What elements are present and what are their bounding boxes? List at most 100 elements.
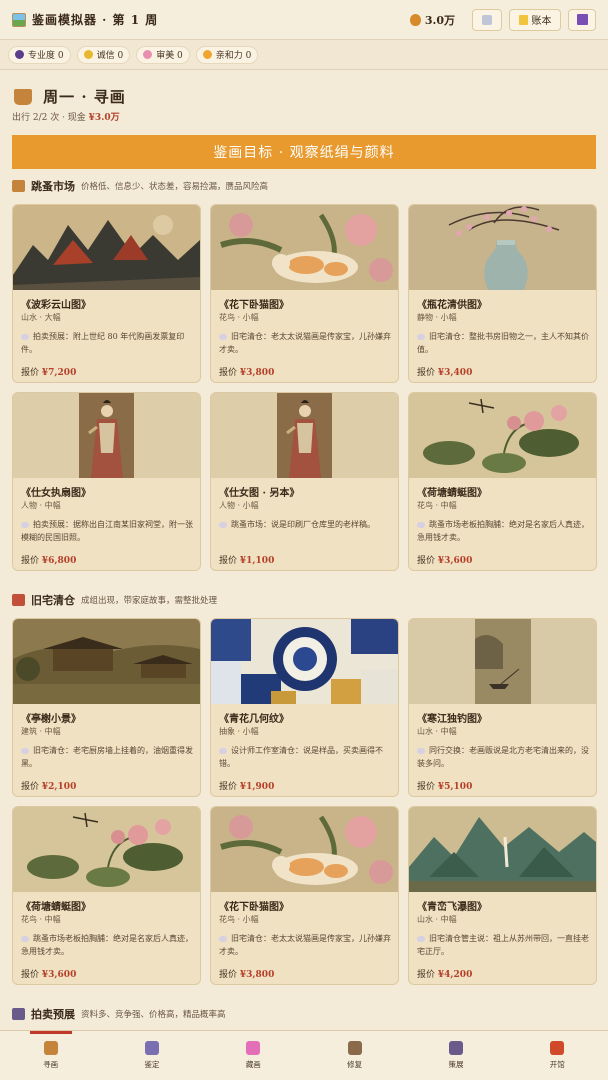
museum-icon [448, 1041, 463, 1055]
speech-bubble-icon [417, 334, 425, 340]
basket-icon [14, 88, 32, 105]
price-label: 报价 [219, 368, 238, 378]
painting-card[interactable]: 《瓶花清供图》 静物 · 小幅 旧宅清仓：整批书房旧物之一，主人不知其价值。 报价 ¥… [408, 204, 597, 383]
price-label: 报价 [417, 782, 436, 792]
stat-label: 亲和力 0 [215, 51, 252, 61]
painting-price: 报价 ¥3,600 [21, 967, 76, 980]
painting-thumbnail [13, 619, 200, 704]
painting-thumbnail [409, 619, 596, 704]
painting-price: 报价 ¥1,900 [219, 779, 274, 792]
painting-thumbnail [211, 205, 398, 290]
painting-thumbnail [13, 807, 200, 892]
nav-label: 寻画 [43, 1060, 59, 1069]
speech-bubble-icon [417, 936, 425, 942]
painting-price: 报价 ¥1,100 [219, 553, 274, 566]
painting-card[interactable]: 《亭榭小景》 建筑 · 中幅 旧宅清仓：老宅厨房墙上挂着的，油烟重得发黑。 报价 ¥2… [12, 618, 201, 797]
painting-card[interactable]: 《仕女执扇图》 人物 · 中幅拍卖预展：据称出自江南某旧家祠堂，附一张模糊的民国旧… [12, 392, 201, 571]
painting-title: 《瓶花清供图》 [417, 300, 487, 311]
painting-note: 跳蚤市场老板拍胸脯：绝对是名家后人真迹，急用钱才卖。 [21, 932, 195, 958]
painting-title: 《青峦飞瀑图》 [417, 902, 487, 913]
nav-item[interactable]: 藏画 [203, 1031, 304, 1080]
sound-toggle-button[interactable] [472, 8, 502, 31]
page-title: 周一 · 寻画 [43, 88, 126, 106]
stat-label: 诚信 0 [96, 51, 124, 61]
price-label: 报价 [21, 782, 40, 792]
note-text: 旧宅清仓：整批书房旧物之一，主人不知其价值。 [417, 332, 589, 354]
money-value: 3.0万 [424, 13, 455, 27]
painting-card[interactable]: 《荷塘蜻蜓图》 花鸟 · 中幅跳蚤市场老板拍胸脯：绝对是名家后人真迹，急用钱才卖。… [12, 806, 201, 985]
save-button[interactable] [568, 8, 596, 31]
trip-count: 出行 2/2 次 · 现金 [12, 113, 86, 123]
painting-card[interactable]: 《寒江独钓图》 山水 · 中幅 同行交换：老画贩说是北方老宅清出来的，没装多问。 报价… [408, 618, 597, 797]
painting-card[interactable]: 《仕女图 · 另本》 人物 · 小幅 跳蚤市场：说是印刷厂仓库里的老样稿。 报价 ¥1… [210, 392, 399, 571]
section-header: 旧宅清仓 成组出现，带家庭故事，需整批处理 [12, 592, 217, 608]
price-value: ¥4,200 [437, 970, 473, 980]
cash-value: ¥3.0万 [88, 113, 120, 123]
painting-card[interactable]: 《荷塘蜻蜓图》 花鸟 · 中幅 跳蚤市场老板拍胸脯：绝对是名家后人真迹，急用钱才卖。… [408, 392, 597, 571]
graduation-cap-icon [15, 50, 24, 59]
painting-tags: 人物 · 中幅 [21, 501, 61, 510]
price-label: 报价 [21, 556, 40, 566]
tools-icon [347, 1041, 362, 1055]
note-text: 拍卖预展：据称出自江南某旧家祠堂，附一张模糊的民国旧照。 [21, 520, 193, 542]
price-label: 报价 [21, 368, 40, 378]
painting-tags: 静物 · 小幅 [417, 313, 457, 322]
painting-thumbnail [409, 807, 596, 892]
day-header: 周一 · 寻画 [14, 86, 126, 107]
nav-item[interactable]: 修复 [304, 1031, 405, 1080]
section-title: 拍卖预展 [31, 1008, 75, 1021]
goal-banner: 鉴画目标 · 观察纸绢与颜料 [12, 135, 596, 169]
note-text: 旧宅清仓：老宅厨房墙上挂着的，油烟重得发黑。 [21, 746, 193, 768]
money-bag-icon [409, 13, 421, 26]
money-display: 3.0万 [409, 12, 455, 28]
note-text: 跳蚤市场：说是印刷厂仓库里的老样稿。 [231, 520, 375, 529]
painting-price: 报价 ¥7,200 [21, 365, 76, 378]
painting-card[interactable]: 《花下卧猫图》 花鸟 · 小幅 旧宅清仓：老太太说猫画是传家宝，儿孙嫌弃才卖。 报价 … [210, 204, 399, 383]
painting-card[interactable]: 《花下卧猫图》 花鸟 · 小幅 旧宅清仓：老太太说猫画是传家宝，儿孙嫌弃才卖。 报价 … [210, 806, 399, 985]
section-desc: 价格低、信息少、状态差，容易捡漏，赝品风险高 [81, 182, 269, 192]
main-content[interactable]: 周一 · 寻画 出行 2/2 次 · 现金 ¥3.0万 鉴画目标 · 观察纸绢与… [0, 70, 608, 1030]
nav-item[interactable]: 策展 [405, 1031, 506, 1080]
painting-note: 旧宅清仓管主说：祖上从苏州带回，一直挂老宅正厅。 [417, 932, 591, 958]
painting-card[interactable]: 《波彩云山图》 山水 · 大幅 拍卖预展：附上世纪 80 年代购画发票复印件。 报价 … [12, 204, 201, 383]
nav-label: 藏画 [245, 1060, 261, 1069]
bottom-nav: 寻画 鉴定 藏画 修复 策展 开馆 [0, 1030, 608, 1080]
nav-item[interactable]: 鉴定 [101, 1031, 202, 1080]
speech-bubble-icon [21, 334, 29, 340]
basket-icon [43, 1041, 58, 1055]
nav-item[interactable]: 开馆 [507, 1031, 608, 1080]
note-text: 旧宅清仓管主说：祖上从苏州带回，一直挂老宅正厅。 [417, 934, 589, 956]
stat-label: 审美 0 [156, 51, 183, 61]
painting-price: 报价 ¥4,200 [417, 967, 472, 980]
nav-item[interactable]: 寻画 [0, 1031, 101, 1080]
price-value: ¥6,800 [41, 556, 77, 566]
painting-card[interactable]: 《青花几何纹》 抽象 · 小幅 设计师工作室清仓：说是样品，买卖画得不错。 报价 ¥1… [210, 618, 399, 797]
handshake-icon [83, 50, 93, 59]
price-value: ¥1,900 [239, 782, 275, 792]
section-header: 跳蚤市场 价格低、信息少、状态差，容易捡漏，赝品风险高 [12, 178, 268, 194]
ledger-button[interactable]: 账本 [509, 8, 561, 31]
speech-bubble-icon [21, 936, 29, 942]
top-bar: 鉴画模拟器 · 第 1 周 3.0万 账本 [0, 0, 608, 40]
painting-tags: 花鸟 · 小幅 [219, 313, 259, 322]
painting-card[interactable]: 《青峦飞瀑图》 山水 · 中幅 旧宅清仓管主说：祖上从苏州带回，一直挂老宅正厅。 报价… [408, 806, 597, 985]
painting-thumbnail [211, 807, 398, 892]
painting-title: 《荷塘蜻蜓图》 [417, 488, 487, 499]
painting-tags: 花鸟 · 中幅 [21, 915, 61, 924]
price-value: ¥3,800 [239, 368, 275, 378]
painting-title: 《花下卧猫图》 [219, 300, 289, 311]
painting-tags: 花鸟 · 小幅 [219, 915, 259, 924]
floppy-disk-icon [576, 14, 588, 25]
painting-title: 《荷塘蜻蜓图》 [21, 902, 91, 913]
trip-info: 出行 2/2 次 · 现金 ¥3.0万 [12, 110, 120, 123]
price-label: 报价 [21, 970, 40, 980]
price-label: 报价 [219, 556, 238, 566]
note-text: 旧宅清仓：老太太说猫画是传家宝，儿孙嫌弃才卖。 [219, 934, 391, 956]
painting-price: 报价 ¥3,800 [219, 365, 274, 378]
section-icon [12, 1008, 25, 1020]
speaker-icon [482, 14, 492, 25]
note-text: 跳蚤市场老板拍胸脯：绝对是名家后人真迹，急用钱才卖。 [21, 934, 193, 956]
painting-title: 《仕女执扇图》 [21, 488, 91, 499]
price-label: 报价 [417, 970, 436, 980]
microscope-icon [144, 1041, 159, 1055]
